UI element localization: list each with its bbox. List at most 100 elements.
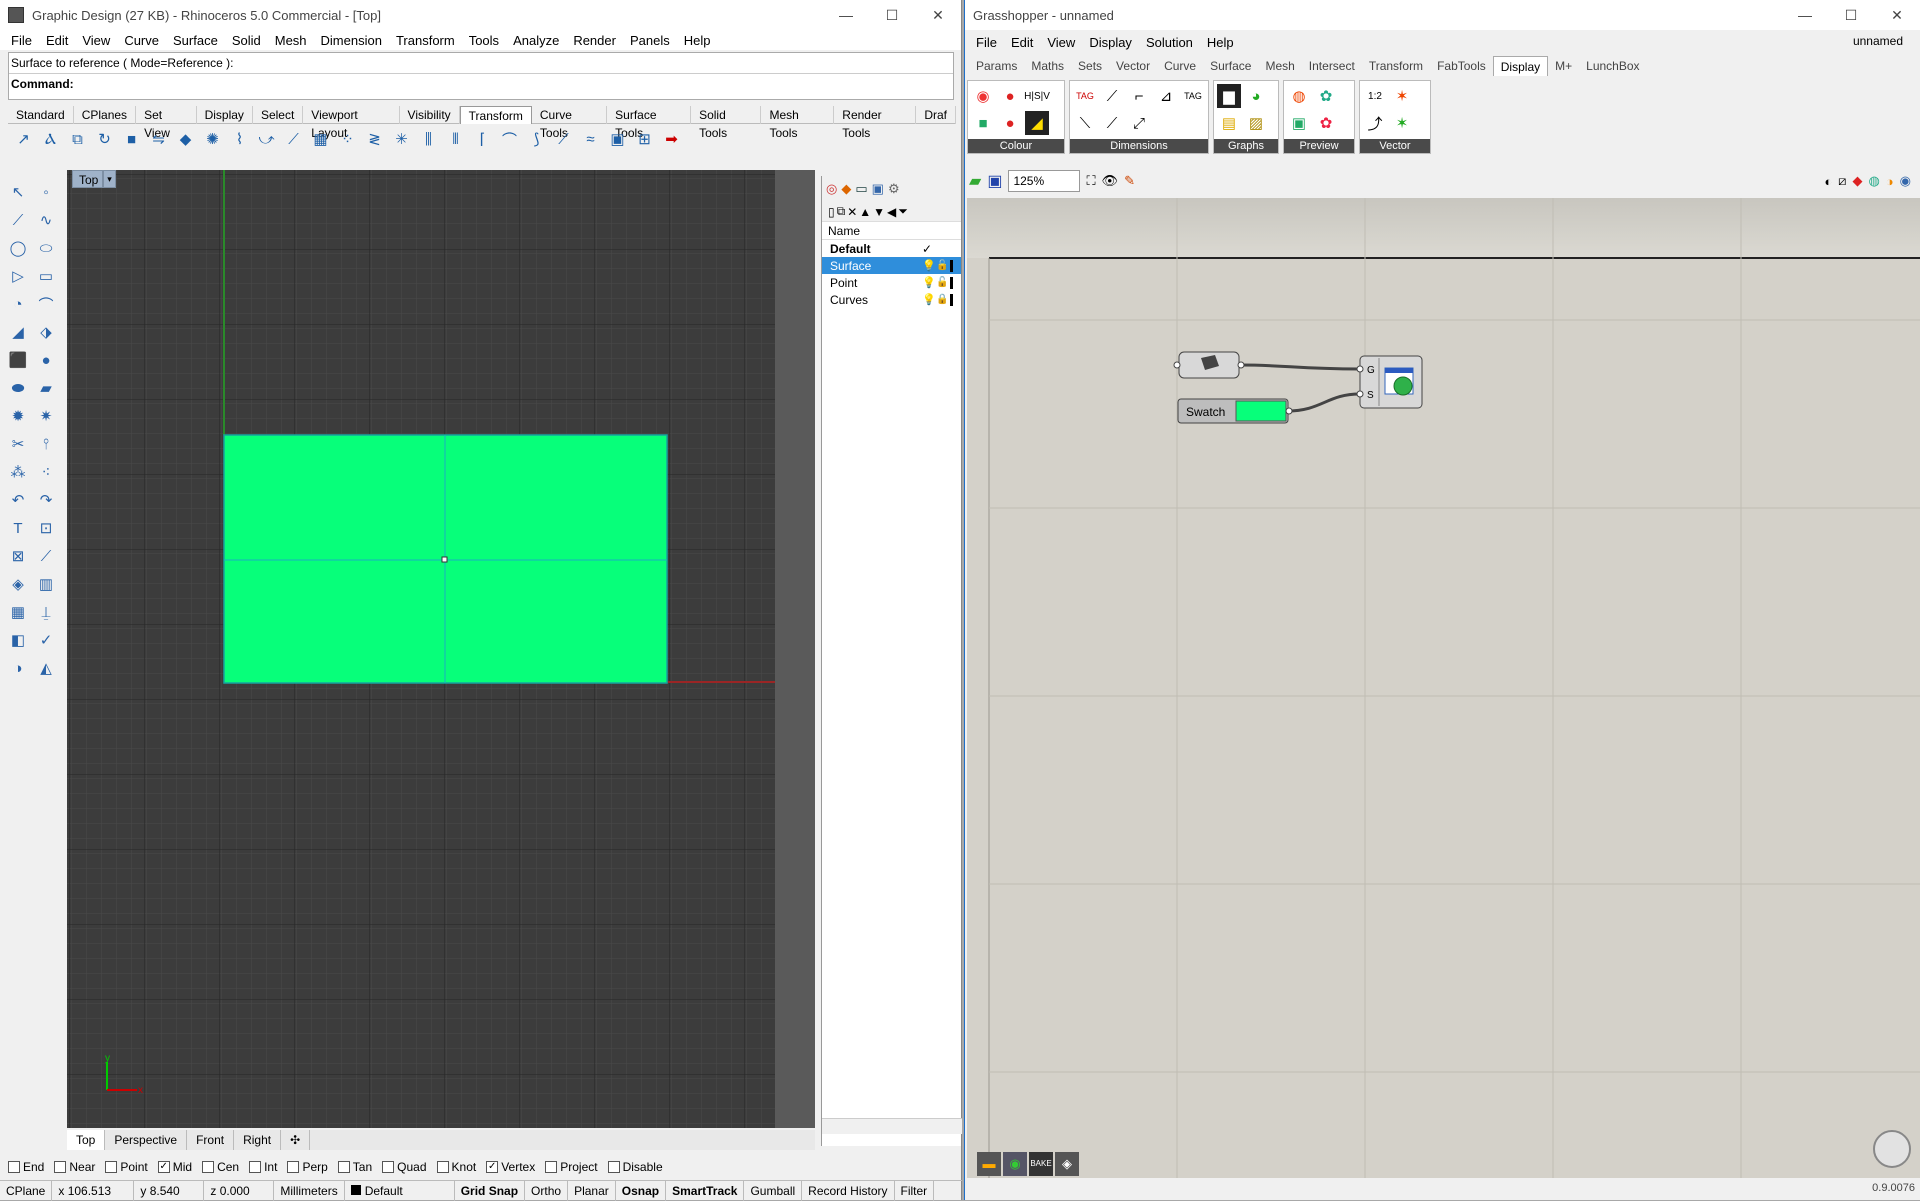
rotate-tool-icon[interactable]: ↷ xyxy=(32,486,60,514)
widget-preview-icon[interactable]: ◉ xyxy=(1003,1152,1027,1176)
add-viewport-icon[interactable]: ✣ xyxy=(281,1130,311,1150)
widget-start-icon[interactable]: ▬ xyxy=(977,1152,1001,1176)
line-dim-icon[interactable]: ⟍ xyxy=(1073,111,1097,135)
help-tab-icon[interactable]: ▣ xyxy=(872,181,884,197)
preview-material-icon[interactable]: ▣ xyxy=(1287,111,1311,135)
orient-icon[interactable]: Ⲁ xyxy=(39,128,62,150)
tab-curve-tools[interactable]: Curve Tools xyxy=(532,106,608,140)
osnap-project[interactable]: Project xyxy=(545,1160,598,1174)
explode-icon[interactable]: ✷ xyxy=(32,402,60,430)
menu-transform[interactable]: Transform xyxy=(389,33,462,48)
layer-color-swatch[interactable] xyxy=(950,276,953,289)
osnap-point[interactable]: Point xyxy=(105,1160,148,1174)
splop-icon[interactable]: ⌒ xyxy=(498,128,521,150)
point-icon[interactable]: ◦ xyxy=(32,178,60,206)
lock-icon[interactable]: 🔓 xyxy=(936,277,950,288)
tab-visibility[interactable]: Visibility xyxy=(400,106,460,124)
twist-icon[interactable]: ⌇ xyxy=(228,128,251,150)
gh-tab-surface[interactable]: Surface xyxy=(1203,56,1258,76)
widget-geometry-icon[interactable]: ◈ xyxy=(1055,1152,1079,1176)
visible-bulb-icon[interactable]: 💡 xyxy=(922,276,936,289)
tab-solid-tools[interactable]: Solid Tools xyxy=(691,106,762,140)
distribute-icon[interactable]: ⫴ xyxy=(444,128,467,150)
gh-compass-icon[interactable] xyxy=(1873,1130,1911,1168)
gh-menu-help[interactable]: Help xyxy=(1200,35,1241,50)
menu-view[interactable]: View xyxy=(75,33,117,48)
pie-graph-icon[interactable]: ◕ xyxy=(1244,84,1268,108)
join-icon[interactable]: ⁂ xyxy=(4,458,32,486)
sporph-icon[interactable]: ⟋ xyxy=(552,128,575,150)
angle-dim-icon[interactable]: ⟋ xyxy=(1100,84,1124,108)
render-icon[interactable]: ◑ xyxy=(4,654,32,682)
colour-red-sphere-icon[interactable]: ● xyxy=(998,84,1022,108)
osnap-checkbox[interactable]: ✓ xyxy=(157,1161,170,1173)
filter-icon[interactable]: ⏷ xyxy=(898,204,908,219)
array-icon[interactable]: ✺ xyxy=(201,128,224,150)
graph-mapper-icon[interactable]: ▨ xyxy=(1244,111,1268,135)
gh-tab-mplus[interactable]: M+ xyxy=(1548,56,1579,76)
gh-menu-edit[interactable]: Edit xyxy=(1004,35,1040,50)
menu-panels[interactable]: Panels xyxy=(623,33,677,48)
measure-icon[interactable]: ⟋ xyxy=(32,542,60,570)
linear-dim-icon[interactable]: ⊿ xyxy=(1154,84,1178,108)
material-icon[interactable]: ◭ xyxy=(32,654,60,682)
menu-curve[interactable]: Curve xyxy=(117,33,166,48)
close-button[interactable]: ✕ xyxy=(915,0,961,30)
cage-icon[interactable]: ⌈ xyxy=(471,128,494,150)
viewport-tab-front[interactable]: Front xyxy=(187,1130,235,1150)
copy-icon[interactable]: ⧉ xyxy=(66,128,89,150)
tab-render-tools[interactable]: Render Tools xyxy=(834,106,917,140)
gh-minimize-button[interactable]: — xyxy=(1782,0,1828,30)
tab-viewport-layout[interactable]: Viewport Layout xyxy=(303,106,400,140)
command-prompt[interactable]: Command: xyxy=(9,74,953,95)
osnap-checkbox[interactable] xyxy=(337,1161,350,1173)
osnap-vertex[interactable]: ✓ Vertex xyxy=(486,1160,535,1174)
tab-cplanes[interactable]: CPlanes xyxy=(74,106,137,124)
snap-icon[interactable]: ⊠ xyxy=(4,542,32,570)
preview-mesh-icon[interactable]: ◑ xyxy=(1886,174,1894,189)
menu-tools[interactable]: Tools xyxy=(462,33,506,48)
menu-analyze[interactable]: Analyze xyxy=(506,33,566,48)
gh-close-button[interactable]: ✕ xyxy=(1874,0,1920,30)
toggle-osnap[interactable]: Osnap xyxy=(616,1180,667,1201)
toggle-gumball[interactable]: Gumball xyxy=(744,1180,803,1201)
bend-icon[interactable]: ⤻ xyxy=(255,128,278,150)
tab-drafting[interactable]: Draf xyxy=(916,106,957,124)
select-icon[interactable]: ↖ xyxy=(4,178,32,206)
grid-icon[interactable]: ▦ xyxy=(4,598,32,626)
colour-wheel-icon[interactable]: ◉ xyxy=(971,84,995,108)
layer-row-point[interactable]: Point 💡 🔓 xyxy=(822,274,961,291)
menu-edit[interactable]: Edit xyxy=(39,33,75,48)
tab-select[interactable]: Select xyxy=(253,106,304,124)
lock-icon[interactable]: 🔒 xyxy=(936,294,950,305)
solid-tools-icon[interactable]: ◧ xyxy=(4,626,32,654)
viewport-tab-perspective[interactable]: Perspective xyxy=(105,1130,188,1150)
zoom-extents-icon[interactable]: ⛶ xyxy=(1086,173,1095,189)
layers-scrollbar[interactable] xyxy=(822,1118,962,1134)
mesh-icon[interactable]: ◈ xyxy=(4,570,32,598)
hsv-icon[interactable]: H|S|V xyxy=(1024,84,1050,108)
osnap-checkbox[interactable] xyxy=(54,1161,67,1173)
shaded-preview-icon[interactable]: ⧄ xyxy=(1838,173,1846,189)
gh-menu-view[interactable]: View xyxy=(1040,35,1082,50)
toggle-ortho[interactable]: Ortho xyxy=(525,1180,569,1201)
gh-tab-sets[interactable]: Sets xyxy=(1071,56,1109,76)
gh-tab-mesh[interactable]: Mesh xyxy=(1258,56,1301,76)
osnap-checkbox[interactable] xyxy=(382,1161,395,1173)
ruler-icon[interactable]: ▥ xyxy=(32,570,60,598)
mirror-icon[interactable]: ⇋ xyxy=(147,128,170,150)
custom-preview-icon[interactable]: ◍ xyxy=(1287,84,1311,108)
osnap-tan[interactable]: Tan xyxy=(337,1160,372,1174)
menu-file[interactable]: File xyxy=(4,33,39,48)
toggle-record-history[interactable]: Record History xyxy=(802,1180,895,1201)
gh-menu-display[interactable]: Display xyxy=(1082,35,1139,50)
gh-canvas[interactable]: Swatch G S ▬ ◉ BAKE ◈ xyxy=(967,198,1920,1178)
wireframe-preview-icon[interactable]: ◐ xyxy=(1824,174,1832,189)
osnap-checkbox[interactable] xyxy=(202,1161,215,1173)
osnap-disable[interactable]: Disable xyxy=(607,1160,663,1174)
menu-help[interactable]: Help xyxy=(677,33,718,48)
taper-icon[interactable]: ⟋ xyxy=(282,128,305,150)
menu-render[interactable]: Render xyxy=(566,33,623,48)
maximize-button[interactable]: ☐ xyxy=(869,0,915,30)
save-file-icon[interactable]: ▣ xyxy=(987,171,1002,191)
